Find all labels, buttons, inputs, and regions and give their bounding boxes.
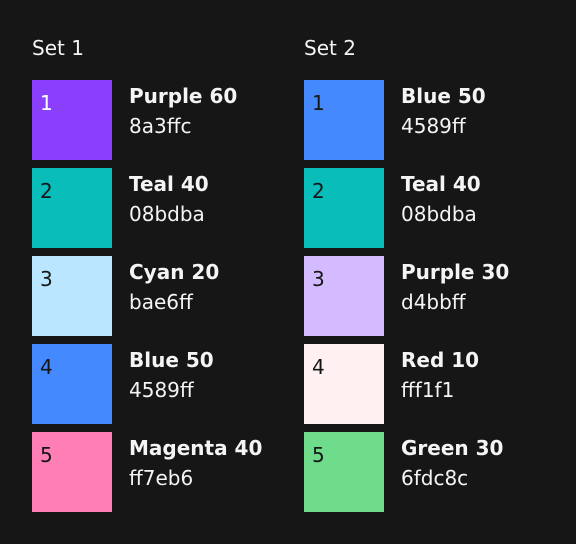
swatch-row: 1 Blue 50 4589ff <box>304 80 509 160</box>
swatch-row: 5 Green 30 6fdc8c <box>304 432 509 512</box>
swatch-row: 2 Teal 40 08bdba <box>304 168 509 248</box>
swatch-info: Purple 30 d4bbff <box>401 256 509 317</box>
color-swatch: 5 <box>304 432 384 512</box>
swatch-info: Blue 50 4589ff <box>129 344 214 405</box>
swatch-row: 3 Cyan 20 bae6ff <box>32 256 262 336</box>
color-name: Teal 40 <box>129 172 209 196</box>
swatch-number: 3 <box>312 267 325 291</box>
swatch-row: 3 Purple 30 d4bbff <box>304 256 509 336</box>
color-name: Cyan 20 <box>129 260 220 284</box>
color-hex-code: 08bdba <box>401 202 477 226</box>
color-set-2: Set 2 1 Blue 50 4589ff 2 Teal 40 08bdba … <box>304 34 509 520</box>
swatch-info: Green 30 6fdc8c <box>401 432 503 493</box>
swatch-number: 5 <box>40 443 53 467</box>
swatch-number: 1 <box>40 91 53 115</box>
color-name: Blue 50 <box>401 84 486 108</box>
swatch-info: Cyan 20 bae6ff <box>129 256 219 317</box>
swatch-number: 2 <box>312 179 325 203</box>
swatch-info: Red 10 fff1f1 <box>401 344 479 405</box>
color-name: Magenta 40 <box>129 436 263 460</box>
color-swatch: 5 <box>32 432 112 512</box>
swatch-row: 5 Magenta 40 ff7eb6 <box>32 432 262 512</box>
color-hex-code: 4589ff <box>401 114 466 138</box>
color-swatch: 4 <box>32 344 112 424</box>
color-hex-code: ff7eb6 <box>129 466 194 490</box>
color-hex-code: 08bdba <box>129 202 205 226</box>
color-swatch: 1 <box>32 80 112 160</box>
color-name: Purple 60 <box>129 84 238 108</box>
swatch-row: 4 Red 10 fff1f1 <box>304 344 509 424</box>
swatch-number: 3 <box>40 267 53 291</box>
swatch-row: 2 Teal 40 08bdba <box>32 168 262 248</box>
color-hex-code: fff1f1 <box>401 378 455 402</box>
swatch-info: Purple 60 8a3ffc <box>129 80 237 141</box>
color-hex-code: d4bbff <box>401 290 466 314</box>
color-name: Red 10 <box>401 348 480 372</box>
color-name: Purple 30 <box>401 260 510 284</box>
color-hex-code: 8a3ffc <box>129 114 192 138</box>
color-hex-code: 6fdc8c <box>401 466 469 490</box>
swatch-number: 4 <box>312 355 325 379</box>
color-swatch: 3 <box>32 256 112 336</box>
set-title: Set 2 <box>304 36 356 60</box>
swatch-info: Teal 40 08bdba <box>401 168 481 229</box>
swatch-info: Teal 40 08bdba <box>129 168 209 229</box>
swatch-number: 4 <box>40 355 53 379</box>
swatch-number: 1 <box>312 91 325 115</box>
set-title: Set 1 <box>32 36 84 60</box>
color-swatch: 1 <box>304 80 384 160</box>
color-name: Blue 50 <box>129 348 214 372</box>
swatch-number: 2 <box>40 179 53 203</box>
color-name: Green 30 <box>401 436 504 460</box>
color-name: Teal 40 <box>401 172 481 196</box>
color-hex-code: bae6ff <box>129 290 193 314</box>
swatch-info: Magenta 40 ff7eb6 <box>129 432 262 493</box>
swatch-row: 4 Blue 50 4589ff <box>32 344 262 424</box>
color-swatch: 2 <box>32 168 112 248</box>
swatch-info: Blue 50 4589ff <box>401 80 486 141</box>
swatch-row: 1 Purple 60 8a3ffc <box>32 80 262 160</box>
color-hex-code: 4589ff <box>129 378 194 402</box>
color-swatch: 3 <box>304 256 384 336</box>
color-set-1: Set 1 1 Purple 60 8a3ffc 2 Teal 40 08bdb… <box>32 34 262 520</box>
color-swatch: 2 <box>304 168 384 248</box>
swatch-number: 5 <box>312 443 325 467</box>
color-swatch: 4 <box>304 344 384 424</box>
